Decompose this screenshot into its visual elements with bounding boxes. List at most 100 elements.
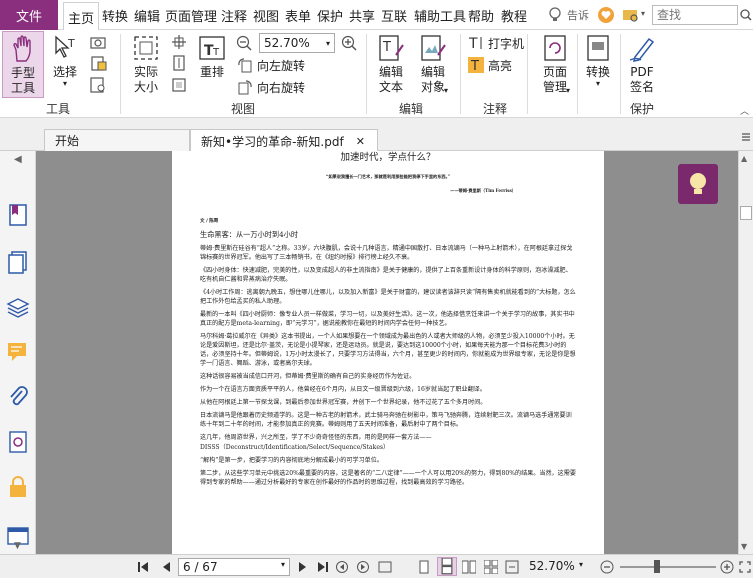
edit-text-icon: T: [379, 35, 404, 61]
heart-icon[interactable]: [597, 6, 615, 24]
page-number-input[interactable]: 6 / 67 ▾: [178, 558, 290, 576]
facing-page-icon[interactable]: [462, 560, 476, 574]
scroll-thumb[interactable]: [740, 206, 752, 220]
next-page-icon[interactable]: [296, 560, 310, 574]
typewriter-button[interactable]: T 打字机: [468, 34, 524, 52]
tips-button[interactable]: [678, 164, 718, 204]
zoom-combo[interactable]: 52.70% ▾: [259, 33, 335, 53]
status-zoom-in-icon[interactable]: [720, 560, 734, 574]
tab-start[interactable]: 开始: [44, 129, 190, 151]
lock-icon[interactable]: [6, 475, 30, 499]
fit-options-icon[interactable]: [505, 560, 519, 574]
page-thumbnails-icon[interactable]: [6, 250, 30, 274]
rotate-left-button[interactable]: 向左旋转: [237, 56, 305, 74]
convert-label: 转换: [585, 65, 610, 79]
select-tool-button[interactable]: T 选择 ▾: [50, 33, 80, 88]
search-input[interactable]: [652, 5, 738, 25]
menu-tutorial[interactable]: 教程: [501, 0, 527, 30]
select-cursor-icon: T: [55, 35, 75, 58]
convert-button[interactable]: 转换 ▾: [582, 33, 614, 88]
zoom-dropdown-icon[interactable]: ▾: [326, 39, 330, 48]
view-mode-icon[interactable]: [378, 560, 392, 574]
page-quote: “如果说我擅长一门艺术，那就是利用那些能把我停下手里的东西。”: [325, 174, 451, 179]
menu-convert[interactable]: 转换: [102, 0, 128, 30]
last-page-icon[interactable]: [316, 560, 330, 574]
byline: 文 / 陈哥: [200, 219, 219, 224]
close-tab-icon[interactable]: ✕: [356, 135, 365, 148]
rotate-right-button[interactable]: 向右旋转: [237, 78, 305, 96]
page-management-dropdown-icon[interactable]: ▾: [566, 86, 570, 95]
zoom-slider-track[interactable]: [620, 566, 716, 568]
tab-document[interactable]: 新知•学习的革命-新知.pdf ✕: [190, 129, 378, 152]
menu-page-management[interactable]: 页面管理: [165, 0, 217, 30]
zoom-out-icon[interactable]: [236, 35, 252, 51]
file-menu[interactable]: 文件: [0, 0, 58, 30]
next-view-icon[interactable]: [356, 560, 370, 574]
folder-dropdown-icon[interactable]: ▾: [641, 9, 645, 18]
continuous-page-button[interactable]: [437, 557, 457, 576]
comment-group-label: 注释: [483, 102, 508, 116]
edit-text-button[interactable]: T 编辑 文本: [374, 33, 408, 95]
hand-tool-button[interactable]: 手型 工具: [2, 31, 44, 98]
page-dropdown-icon[interactable]: ▾: [281, 560, 285, 574]
menu-protect[interactable]: 保护: [317, 0, 343, 30]
edit-object-dropdown-icon[interactable]: ▾: [444, 86, 448, 95]
scroll-down-icon[interactable]: ▼: [741, 542, 747, 551]
bookmark-icon[interactable]: [6, 203, 30, 227]
fullscreen-icon[interactable]: [738, 560, 752, 574]
ribbon-collapse-icon[interactable]: ︿: [740, 104, 749, 117]
pdf-page[interactable]: 加速时代，学点什么？ “如果说我擅长一门艺术，那就是利用那些能把我停下手里的东西…: [172, 151, 604, 554]
rotate-left-label: 向左旋转: [257, 58, 306, 73]
previous-page-icon[interactable]: [159, 560, 173, 574]
clipboard-icon[interactable]: [90, 55, 108, 71]
menu-accessibility[interactable]: 辅助工具: [414, 0, 466, 30]
highlight-button[interactable]: T 高亮: [468, 56, 512, 74]
ribbon-separator: [577, 34, 578, 114]
sidebar-collapse-icon[interactable]: ◀: [14, 154, 22, 165]
actual-size-button[interactable]: 实际 大小: [130, 33, 162, 95]
layers-icon[interactable]: [6, 295, 30, 319]
continuous-facing-icon[interactable]: [484, 560, 498, 574]
status-zoom-value[interactable]: 52.70%: [529, 559, 575, 573]
tell-me-label[interactable]: 告诉: [567, 0, 589, 30]
paragraph: 日本流镝马是他跟着历史频道学的。这是一种古老的射箭术，武士骑马奔驰在树影中，策马…: [200, 412, 572, 428]
menu-edit[interactable]: 编辑: [134, 0, 160, 30]
attachment-icon[interactable]: [6, 385, 30, 409]
edit-text-label: 编辑 文本: [378, 65, 403, 94]
folder-search-icon[interactable]: [622, 7, 640, 23]
lightbulb-outline-icon[interactable]: [547, 7, 563, 23]
menu-help[interactable]: 帮助: [468, 0, 494, 30]
zoom-in-icon[interactable]: [341, 35, 357, 51]
signature-panel-icon[interactable]: [6, 430, 30, 454]
menu-connect[interactable]: 互联: [381, 0, 407, 30]
snapshot-icon[interactable]: [90, 35, 106, 49]
fit-visible-icon[interactable]: [171, 77, 187, 93]
tab-list-icon[interactable]: [740, 131, 752, 143]
search-icon[interactable]: [740, 9, 752, 21]
fit-page-icon[interactable]: [171, 55, 187, 71]
paragraph: 马尔科姆·葛拉威尔在《异类》这本书提出，一个人如果想要在一个领域成为最出色的人或…: [200, 333, 576, 367]
select-dropdown-icon[interactable]: ▾: [63, 80, 67, 88]
reflow-button[interactable]: TT 重排: [197, 33, 227, 80]
previous-view-icon[interactable]: [335, 560, 349, 574]
first-page-icon[interactable]: [136, 560, 150, 574]
svg-text:T: T: [212, 47, 220, 58]
status-zoom-out-icon[interactable]: [600, 560, 614, 574]
pdf-sign-button[interactable]: PDF 签名: [625, 33, 659, 95]
reflow-icon: TT: [199, 36, 225, 60]
menu-share[interactable]: 共享: [349, 0, 375, 30]
menu-view[interactable]: 视图: [253, 0, 279, 30]
menu-home[interactable]: 主页: [63, 2, 100, 31]
menu-comment[interactable]: 注释: [221, 0, 247, 30]
select-tool-label: 选择: [52, 65, 77, 79]
comments-icon[interactable]: [6, 340, 30, 364]
fit-width-icon[interactable]: [171, 34, 187, 50]
convert-dropdown-icon[interactable]: ▾: [596, 80, 600, 88]
menu-form[interactable]: 表单: [285, 0, 311, 30]
single-page-icon[interactable]: [417, 560, 431, 574]
scroll-up-icon[interactable]: ▲: [741, 154, 747, 163]
zoom-page-icon[interactable]: [90, 77, 106, 93]
zoom-slider-thumb[interactable]: [654, 560, 660, 573]
sidebar-scroll-down-icon[interactable]: ▼: [14, 541, 21, 551]
status-zoom-dropdown-icon[interactable]: ▾: [579, 560, 583, 569]
